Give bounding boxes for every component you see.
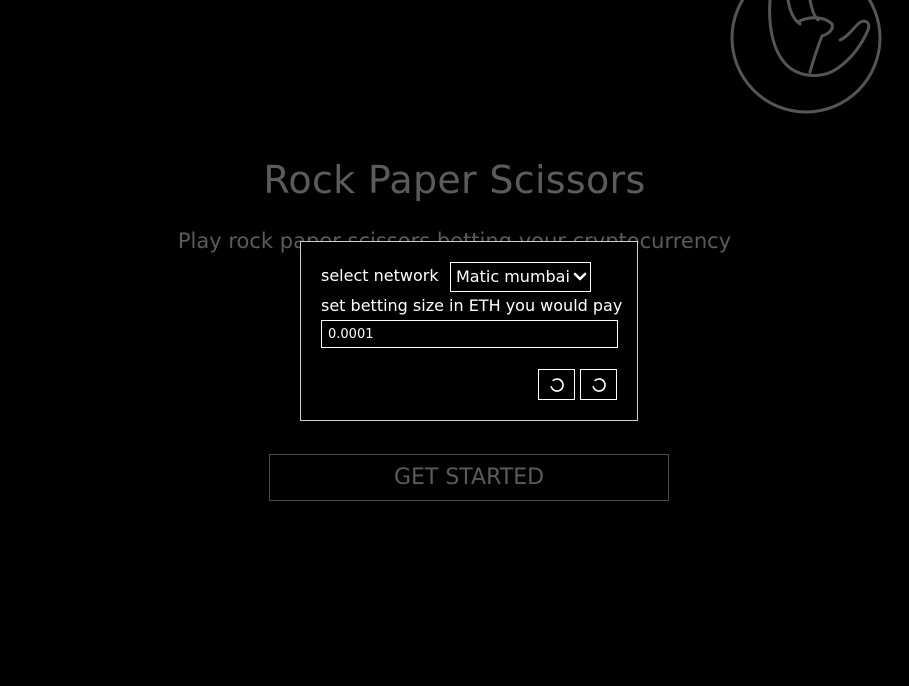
network-select-value: Matic mumbai	[456, 267, 570, 286]
network-select[interactable]: Matic mumbai	[450, 262, 591, 292]
network-label: select network	[321, 266, 439, 285]
get-started-button[interactable]: GET STARTED	[269, 454, 669, 501]
page-title: Rock Paper Scissors	[263, 158, 646, 202]
loading-spinner-icon	[592, 378, 606, 392]
hand-icon	[730, 0, 882, 114]
betting-size-input[interactable]	[321, 320, 618, 348]
loading-button-1[interactable]	[538, 369, 575, 400]
betting-size-label: set betting size in ETH you would pay	[321, 296, 623, 315]
chevron-down-icon	[573, 272, 587, 281]
settings-modal: select network Matic mumbai set betting …	[300, 241, 638, 421]
loading-button-2[interactable]	[580, 369, 617, 400]
app-screen: Rock Paper Scissors Play rock paper scis…	[0, 0, 909, 686]
loading-spinner-icon	[550, 378, 564, 392]
